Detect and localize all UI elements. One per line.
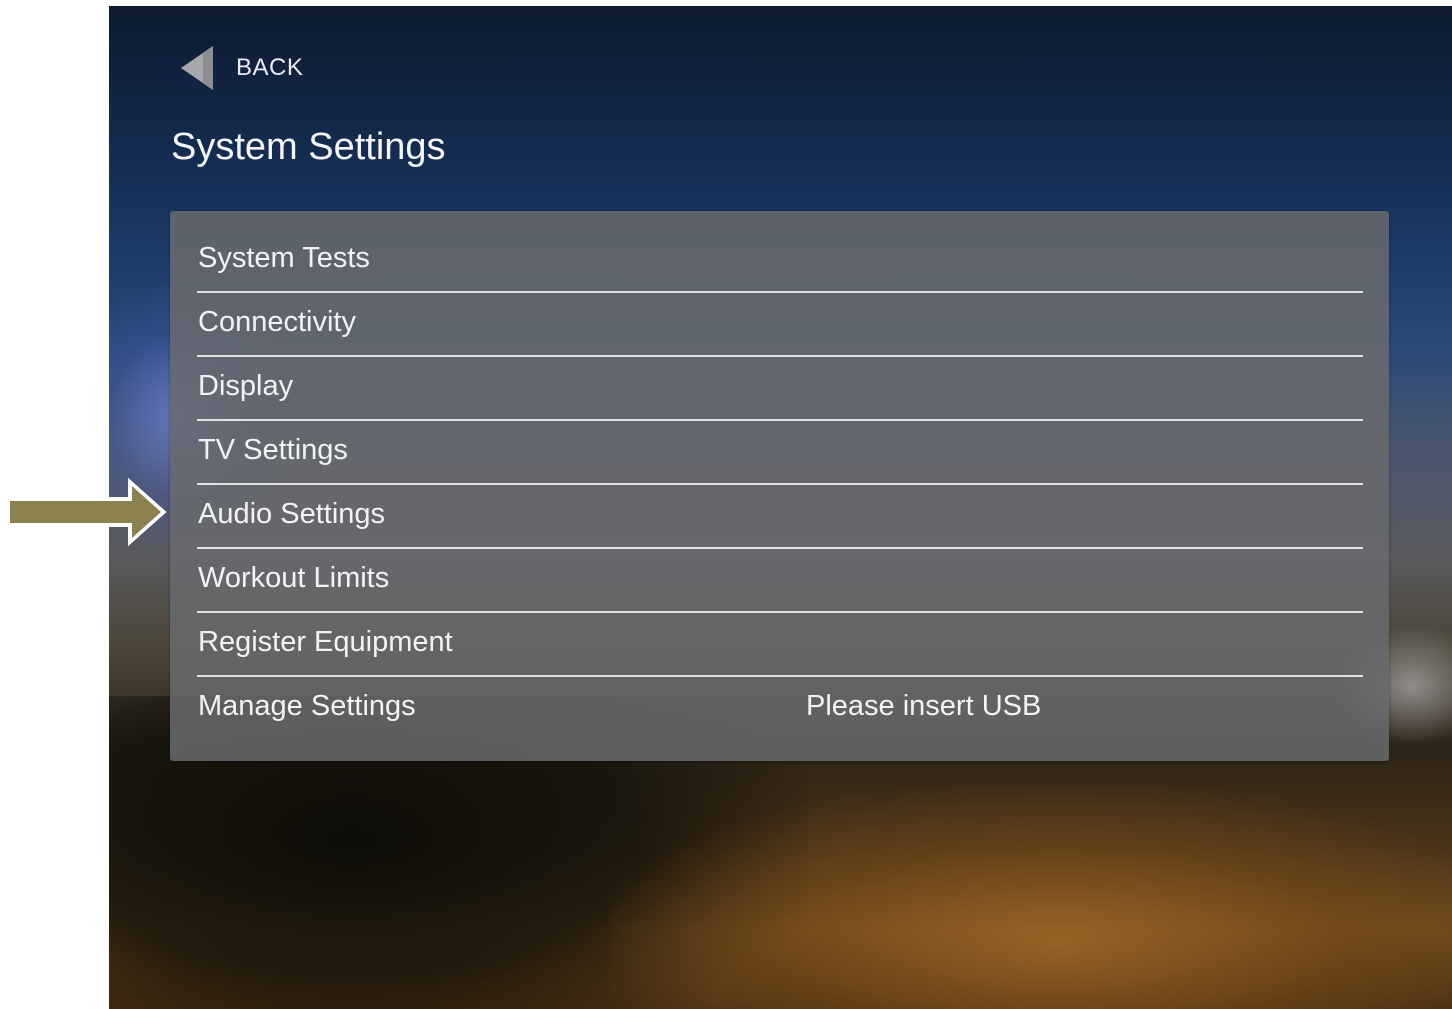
menu-item-register-equipment[interactable]: Register Equipment [197,613,1363,677]
menu-item-connectivity[interactable]: Connectivity [197,293,1363,357]
back-label: BACK [236,54,304,81]
menu-item-label: Connectivity [198,306,356,338]
settings-menu-panel: System Tests Connectivity Display TV Set… [170,211,1389,761]
menu-item-label: Audio Settings [198,498,386,530]
page-title: System Settings [171,126,446,168]
menu-item-system-tests[interactable]: System Tests [197,229,1363,293]
background-field [609,786,1452,1009]
menu-item-label: Manage Settings [198,690,416,722]
right-arrow-icon [7,478,167,546]
menu-item-label: System Tests [198,242,370,274]
settings-screen: BACK System Settings System Tests Connec… [109,6,1452,1009]
menu-item-label: Register Equipment [198,626,453,658]
menu-item-workout-limits[interactable]: Workout Limits [197,549,1363,613]
menu-item-audio-settings[interactable]: Audio Settings [197,485,1363,549]
menu-item-manage-settings[interactable]: Manage Settings Please insert USB [197,677,1363,741]
usb-status-text: Please insert USB [806,690,1042,722]
menu-item-display[interactable]: Display [197,357,1363,421]
menu-item-label: Display [198,370,294,402]
menu-item-tv-settings[interactable]: TV Settings [197,421,1363,485]
page: BACK System Settings System Tests Connec… [0,0,1452,1009]
back-arrow-icon [181,46,213,90]
back-button[interactable]: BACK [181,46,303,90]
menu-item-label: Workout Limits [198,562,390,594]
settings-menu: System Tests Connectivity Display TV Set… [197,229,1363,741]
menu-item-label: TV Settings [198,434,348,466]
